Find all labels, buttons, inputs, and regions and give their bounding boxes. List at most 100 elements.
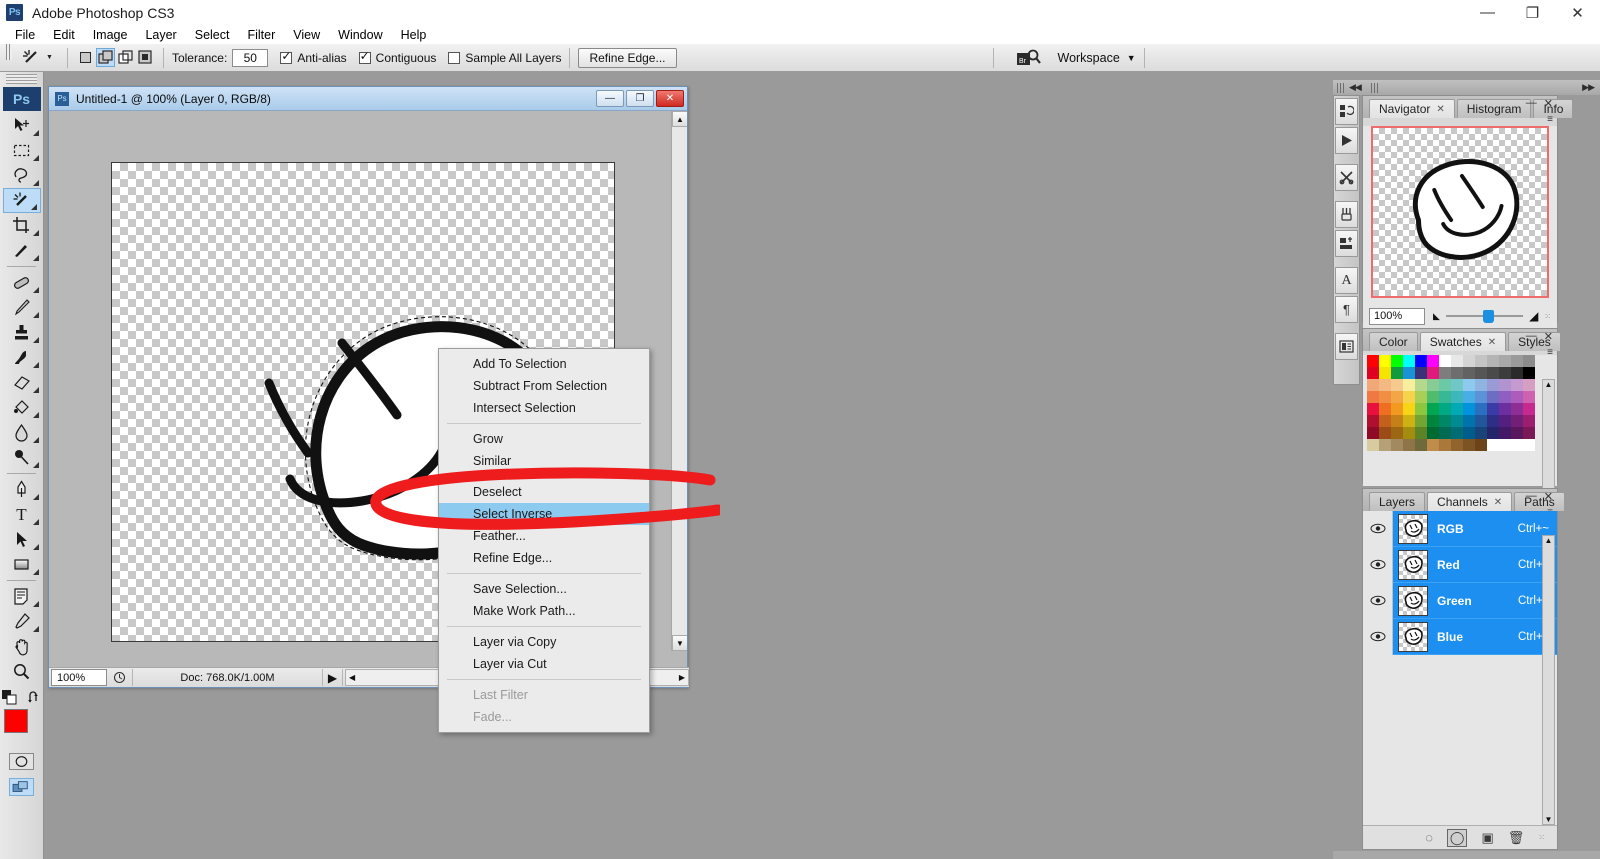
default-colors-icon[interactable]	[1, 690, 19, 705]
swatch-44[interactable]	[1391, 391, 1403, 403]
dock-grip-right[interactable]	[1370, 82, 1379, 93]
swatch-grid[interactable]	[1367, 355, 1557, 451]
scroll-down-arrow[interactable]: ▼	[672, 635, 687, 651]
swatch-78[interactable]	[1463, 415, 1475, 427]
eraser-tool[interactable]	[2, 370, 42, 395]
swatch-89[interactable]	[1427, 427, 1439, 439]
swatch-111[interactable]	[1523, 439, 1535, 451]
swatch-48[interactable]	[1439, 391, 1451, 403]
swatch-101[interactable]	[1403, 439, 1415, 451]
swatch-6[interactable]	[1439, 355, 1451, 367]
swatch-20[interactable]	[1439, 367, 1451, 379]
channel-row-rgb[interactable]: RGB Ctrl+~	[1363, 510, 1557, 547]
pen-tool[interactable]	[2, 477, 42, 502]
navigator-panel-menu-icon[interactable]: ≡	[1547, 114, 1553, 125]
foreground-color-swatch[interactable]	[3, 709, 28, 733]
tool-presets-panel-icon[interactable]	[1335, 164, 1358, 191]
swatch-76[interactable]	[1439, 415, 1451, 427]
status-menu-arrow[interactable]: ▶	[323, 669, 343, 686]
swatch-68[interactable]	[1511, 403, 1523, 415]
swatch-16[interactable]	[1391, 367, 1403, 379]
swatch-0[interactable]	[1367, 355, 1379, 367]
lasso-tool[interactable]	[2, 163, 42, 188]
swatch-72[interactable]	[1391, 415, 1403, 427]
brushes-panel-icon[interactable]	[1335, 201, 1358, 228]
delete-channel-icon[interactable]: 🗑	[1508, 830, 1525, 846]
save-selection-as-channel-icon[interactable]: ◯	[1446, 828, 1468, 847]
swatch-55[interactable]	[1523, 391, 1535, 403]
swatch-80[interactable]	[1487, 415, 1499, 427]
tab-swatches[interactable]: Swatches ✕	[1419, 332, 1507, 351]
contiguous-option[interactable]: Contiguous	[358, 49, 436, 65]
menu-image[interactable]: Image	[84, 26, 137, 44]
menu-file[interactable]: File	[6, 26, 44, 44]
swatch-97[interactable]	[1523, 427, 1535, 439]
sample-all-layers-option[interactable]: Sample All Layers	[448, 51, 561, 65]
workspace-dropdown[interactable]: Workspace ▼	[1058, 51, 1136, 65]
swatch-83[interactable]	[1523, 415, 1535, 427]
swatch-94[interactable]	[1487, 427, 1499, 439]
navigator-minimize-icon[interactable]: —	[1526, 97, 1537, 110]
magic-wand-tool[interactable]	[2, 188, 41, 213]
swatch-110[interactable]	[1511, 439, 1523, 451]
swatch-10[interactable]	[1487, 355, 1499, 367]
swatch-43[interactable]	[1379, 391, 1391, 403]
channels-scrollbar[interactable]: ▲ ▼	[1542, 535, 1555, 825]
swatch-61[interactable]	[1427, 403, 1439, 415]
swatch-4[interactable]	[1415, 355, 1427, 367]
swatch-34[interactable]	[1439, 379, 1451, 391]
navigator-resize-grip[interactable]: ⁙	[1544, 312, 1551, 321]
menu-filter[interactable]: Filter	[238, 26, 284, 44]
brush-tool[interactable]	[2, 295, 42, 320]
path-selection-tool[interactable]	[2, 527, 42, 552]
dodge-tool[interactable]	[2, 445, 42, 470]
swatch-25[interactable]	[1499, 367, 1511, 379]
swatch-65[interactable]	[1475, 403, 1487, 415]
menu-item-add-to-selection[interactable]: Add To Selection	[439, 353, 649, 375]
zoom-level-input[interactable]: 100%	[51, 669, 107, 686]
menu-item-select-inverse[interactable]: Select Inverse	[439, 503, 649, 525]
swatch-17[interactable]	[1403, 367, 1415, 379]
swatch-8[interactable]	[1463, 355, 1475, 367]
restore-button[interactable]: ❐	[1510, 0, 1555, 25]
dock-collapse-icon[interactable]: ◀◀	[1349, 82, 1362, 93]
swatch-32[interactable]	[1415, 379, 1427, 391]
swatch-31[interactable]	[1403, 379, 1415, 391]
swatch-28[interactable]	[1367, 379, 1379, 391]
swatch-77[interactable]	[1451, 415, 1463, 427]
swatch-37[interactable]	[1475, 379, 1487, 391]
swatch-106[interactable]	[1463, 439, 1475, 451]
swatch-33[interactable]	[1427, 379, 1439, 391]
notes-tool[interactable]	[2, 584, 42, 609]
status-preview-icon[interactable]	[107, 669, 133, 686]
swap-colors-icon[interactable]	[27, 690, 42, 705]
swatch-24[interactable]	[1487, 367, 1499, 379]
menu-help[interactable]: Help	[392, 26, 436, 44]
minimize-button[interactable]: —	[1465, 0, 1510, 25]
swatch-100[interactable]	[1391, 439, 1403, 451]
clone-stamp-tool[interactable]	[2, 320, 42, 345]
tool-preset-caret-icon[interactable]: ▼	[46, 54, 53, 61]
load-channel-as-selection-icon[interactable]: ◌	[1425, 830, 1433, 845]
swatch-52[interactable]	[1487, 391, 1499, 403]
add-to-selection-button[interactable]	[95, 48, 115, 67]
swatch-3[interactable]	[1403, 355, 1415, 367]
channels-resize-grip[interactable]: ⁙	[1538, 833, 1545, 842]
go-to-bridge-icon[interactable]: Br	[1016, 48, 1042, 68]
menu-view[interactable]: View	[284, 26, 329, 44]
intersect-selection-button[interactable]	[136, 48, 155, 67]
swatch-85[interactable]	[1379, 427, 1391, 439]
active-tool-preview[interactable]: ▼	[21, 48, 59, 68]
swatches-scrollbar[interactable]: ▲	[1542, 379, 1555, 505]
tab-layers[interactable]: Layers	[1369, 492, 1426, 511]
anti-alias-checkbox[interactable]	[280, 49, 293, 64]
tab-channels[interactable]: Channels ✕	[1427, 492, 1513, 511]
horizontal-type-tool[interactable]: T	[2, 502, 42, 527]
swatch-38[interactable]	[1487, 379, 1499, 391]
swatch-19[interactable]	[1427, 367, 1439, 379]
swatch-93[interactable]	[1475, 427, 1487, 439]
swatch-103[interactable]	[1427, 439, 1439, 451]
paint-bucket-tool[interactable]	[2, 395, 42, 420]
swatch-50[interactable]	[1463, 391, 1475, 403]
swatch-107[interactable]	[1475, 439, 1487, 451]
